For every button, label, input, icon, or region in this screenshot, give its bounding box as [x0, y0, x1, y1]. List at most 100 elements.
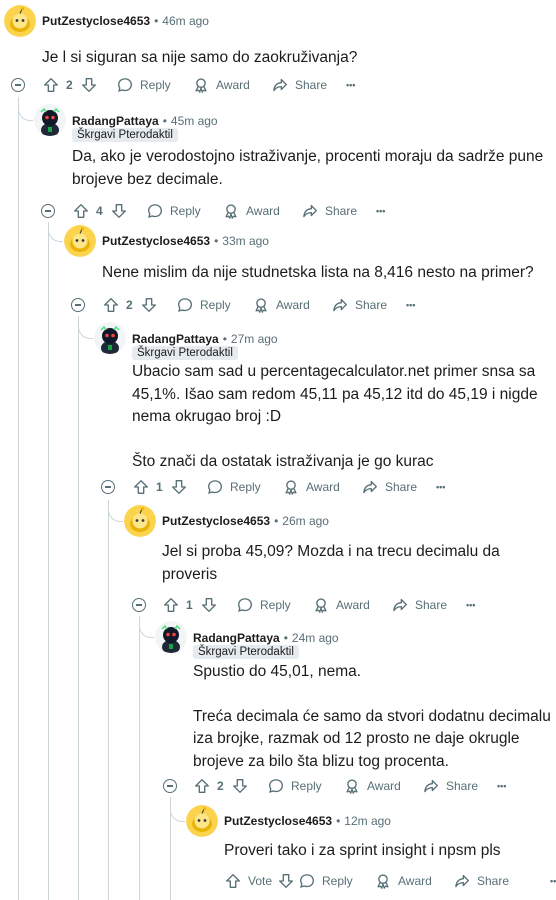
- more-options-button[interactable]: •••: [497, 775, 506, 797]
- upvote-button[interactable]: [42, 74, 60, 96]
- share-button[interactable]: Share: [361, 476, 417, 498]
- share-button[interactable]: Share: [271, 74, 327, 96]
- thread-line[interactable]: [48, 222, 49, 900]
- avatar[interactable]: [64, 225, 96, 257]
- share-button[interactable]: Share: [422, 775, 478, 797]
- comment-bubble-icon: [118, 78, 132, 92]
- more-options-button[interactable]: •••: [376, 200, 385, 222]
- avatar-image: [34, 104, 66, 136]
- reply-label: Reply: [200, 298, 231, 312]
- collapse-button[interactable]: [101, 480, 115, 494]
- award-button[interactable]: Award: [282, 476, 340, 498]
- author-name[interactable]: PutZestyclose4653: [224, 814, 332, 828]
- thread-line[interactable]: [108, 500, 109, 900]
- more-options-button[interactable]: •••: [346, 74, 355, 96]
- downvote-button[interactable]: [200, 594, 218, 616]
- timestamp[interactable]: 27m ago: [231, 332, 278, 346]
- award-button[interactable]: Award: [192, 74, 250, 96]
- award-button[interactable]: Award: [312, 594, 370, 616]
- timestamp[interactable]: 12m ago: [344, 814, 391, 828]
- upvote-icon: [195, 779, 209, 793]
- action-bar: 1 Reply Award Share •••: [124, 594, 524, 616]
- reply-button[interactable]: Reply: [206, 476, 261, 498]
- reply-button[interactable]: Reply: [236, 594, 291, 616]
- downvote-button[interactable]: [231, 775, 249, 797]
- more-options-button[interactable]: •••: [466, 594, 475, 616]
- thread-line[interactable]: [78, 316, 79, 900]
- downvote-button[interactable]: [110, 200, 128, 222]
- reply-button[interactable]: Reply: [116, 74, 171, 96]
- award-button[interactable]: Award: [252, 294, 310, 316]
- award-button[interactable]: Award: [222, 200, 280, 222]
- separator-dot: •: [274, 514, 279, 528]
- avatar[interactable]: [186, 805, 218, 837]
- downvote-icon: [112, 204, 126, 218]
- award-label: Award: [336, 598, 370, 612]
- downvote-button[interactable]: [170, 476, 188, 498]
- avatar-image: [124, 505, 156, 537]
- collapse-button[interactable]: [11, 78, 25, 92]
- upvote-button[interactable]: [162, 594, 180, 616]
- timestamp[interactable]: 26m ago: [282, 514, 329, 528]
- author-name[interactable]: RadangPattaya: [72, 114, 159, 128]
- comment: RadangPattaya • 27m ago Škrgavi Pterodaktil…: [94, 322, 556, 495]
- reply-button[interactable]: Reply: [267, 775, 322, 797]
- upvote-button[interactable]: [224, 870, 242, 892]
- downvote-button[interactable]: [80, 74, 98, 96]
- reply-button[interactable]: Reply: [146, 200, 201, 222]
- share-button[interactable]: Share: [301, 200, 357, 222]
- more-options-button[interactable]: •••: [550, 870, 556, 892]
- avatar[interactable]: [94, 322, 126, 354]
- avatar-image: [186, 805, 218, 837]
- upvote-button[interactable]: [132, 476, 150, 498]
- thread-curve: [139, 623, 154, 638]
- author-name[interactable]: PutZestyclose4653: [42, 14, 150, 28]
- share-icon: [363, 480, 377, 494]
- upvote-icon: [104, 298, 118, 312]
- upvote-button[interactable]: [193, 775, 211, 797]
- timestamp[interactable]: 33m ago: [222, 234, 269, 248]
- share-button[interactable]: Share: [391, 594, 447, 616]
- author-name[interactable]: RadangPattaya: [132, 332, 219, 346]
- award-button[interactable]: Award: [343, 775, 401, 797]
- more-options-button[interactable]: •••: [436, 476, 445, 498]
- share-button[interactable]: Share: [331, 294, 387, 316]
- action-bar: 1 Reply Award Share •••: [94, 476, 494, 498]
- award-button[interactable]: Award: [374, 870, 432, 892]
- downvote-button[interactable]: [140, 294, 158, 316]
- thread-line[interactable]: [18, 97, 19, 900]
- downvote-icon: [202, 598, 216, 612]
- upvote-button[interactable]: [102, 294, 120, 316]
- comment-paragraph: Da, ako je verodostojno istraživanje, pr…: [72, 148, 544, 188]
- avatar[interactable]: [124, 505, 156, 537]
- timestamp[interactable]: 46m ago: [162, 14, 209, 28]
- avatar[interactable]: [4, 5, 36, 37]
- collapse-button[interactable]: [163, 779, 177, 793]
- reply-button[interactable]: Reply: [298, 870, 353, 892]
- timestamp[interactable]: 45m ago: [171, 114, 218, 128]
- vote-label: Vote: [248, 874, 273, 888]
- upvote-icon: [164, 598, 178, 612]
- avatar[interactable]: [155, 621, 187, 653]
- upvote-icon: [74, 204, 88, 218]
- collapse-button[interactable]: [71, 298, 85, 312]
- author-name[interactable]: PutZestyclose4653: [102, 234, 210, 248]
- author-line: PutZestyclose4653 • 33m ago: [102, 234, 269, 248]
- comment-bubble-icon: [178, 298, 192, 312]
- timestamp[interactable]: 24m ago: [292, 631, 339, 645]
- upvote-button[interactable]: [72, 200, 90, 222]
- author-name[interactable]: RadangPattaya: [193, 631, 280, 645]
- user-flair: Škrgavi Pterodaktil: [132, 346, 238, 360]
- more-options-button[interactable]: •••: [406, 294, 415, 316]
- thread-line[interactable]: [139, 616, 140, 900]
- award-icon: [315, 598, 327, 613]
- avatar[interactable]: [34, 104, 66, 136]
- share-button[interactable]: Share: [453, 870, 509, 892]
- collapse-button[interactable]: [132, 598, 146, 612]
- reply-label: Reply: [260, 598, 291, 612]
- downvote-button[interactable]: [277, 870, 295, 892]
- collapse-button[interactable]: [41, 204, 55, 218]
- award-label: Award: [367, 779, 401, 793]
- reply-button[interactable]: Reply: [176, 294, 231, 316]
- author-name[interactable]: PutZestyclose4653: [162, 514, 270, 528]
